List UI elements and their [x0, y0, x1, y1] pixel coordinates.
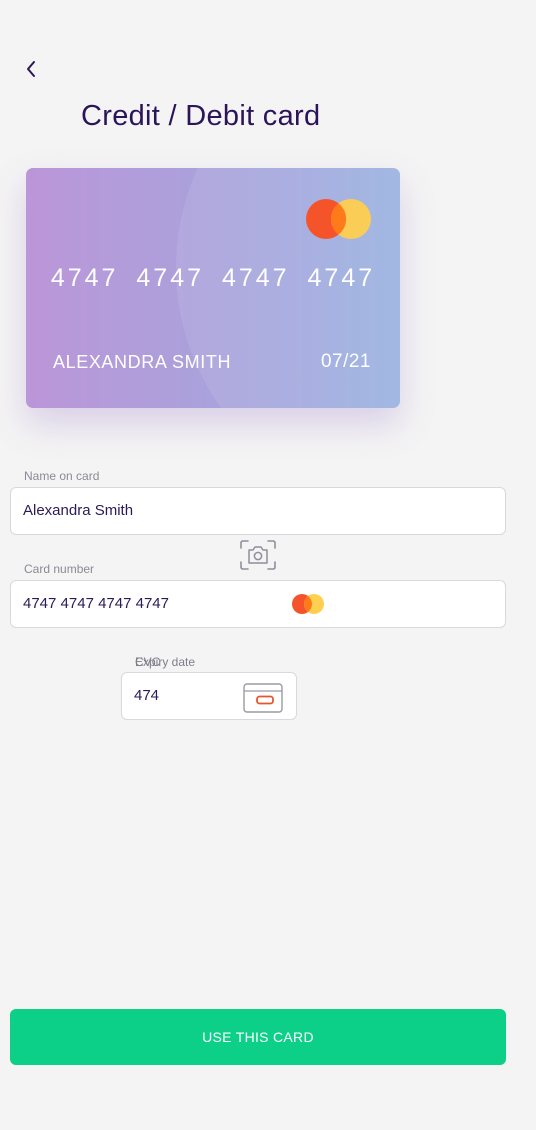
- page-title: Credit / Debit card: [81, 100, 321, 132]
- card-number-value: 4747 4747 4747 4747: [23, 595, 169, 612]
- name-on-card-value: Alexandra Smith: [23, 502, 134, 519]
- back-button[interactable]: [18, 56, 44, 82]
- name-on-card-label: Name on card: [24, 469, 100, 483]
- camera-scan-icon: [240, 540, 276, 570]
- cvc-value: 474: [134, 687, 160, 704]
- use-this-card-button[interactable]: USE THIS CARD: [10, 1009, 506, 1065]
- card-number-display: 4747 4747 4747 4747: [50, 264, 376, 292]
- card-holder-display: ALEXANDRA SMITH: [53, 352, 232, 372]
- card-expiry-display: 07/21: [320, 351, 371, 372]
- scan-card-button[interactable]: [238, 537, 278, 573]
- cvc-field[interactable]: 474: [121, 672, 297, 720]
- card-number-field[interactable]: 4747 4747 4747 4747: [10, 580, 506, 628]
- name-on-card-field[interactable]: Alexandra Smith: [10, 487, 506, 535]
- chevron-left-icon: [27, 61, 35, 77]
- card-preview: 4747 4747 4747 4747 ALEXANDRA SMITH 07/2…: [26, 168, 400, 408]
- cvc-label: CVC: [135, 655, 161, 669]
- mastercard-logo-icon: [306, 199, 371, 239]
- mastercard-logo-icon: [292, 594, 324, 614]
- card-number-label: Card number: [24, 562, 95, 576]
- card-back-cvv-icon: [243, 683, 283, 713]
